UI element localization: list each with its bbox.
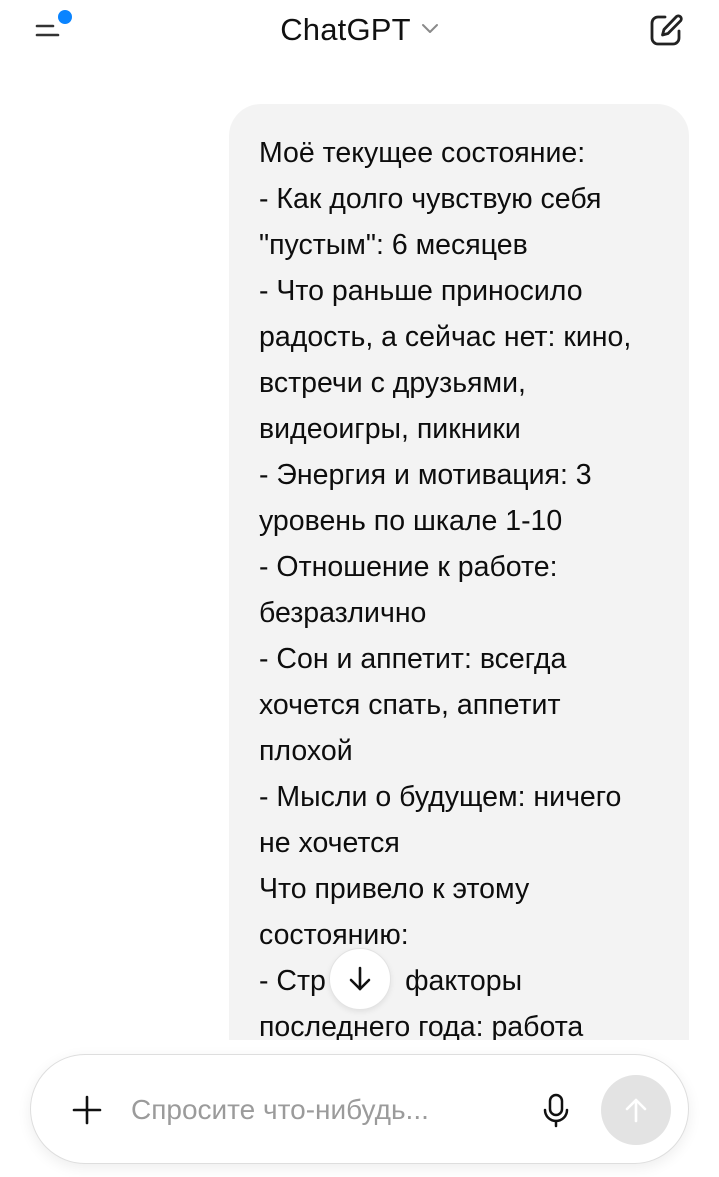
message-line: - Отношение к работе: — [259, 551, 558, 583]
arrow-up-icon — [625, 1098, 647, 1123]
user-message-bubble: Моё текущее состояние: - Как долго чувст… — [229, 104, 689, 1177]
chat-app: ChatGPT Моё текущее состояние: - Как дол… — [0, 0, 719, 1177]
top-bar: ChatGPT — [0, 0, 719, 64]
message-line: - Стр факторы — [259, 965, 523, 997]
model-selector[interactable]: ChatGPT — [0, 8, 719, 52]
attach-button[interactable] — [65, 1088, 109, 1132]
chevron-down-icon — [421, 22, 439, 40]
message-line: "пустым": 6 месяцев — [259, 229, 528, 261]
message-line: радость, а сейчас нет: кино, — [259, 321, 632, 353]
arrow-down-icon — [349, 966, 371, 991]
message-line: - Энергия и мотивация: 3 — [259, 459, 592, 491]
message-line: состоянию: — [259, 919, 409, 951]
app-title: ChatGPT — [280, 12, 411, 47]
new-chat-button[interactable] — [644, 8, 688, 52]
message-line: - Что раньше приносило — [259, 275, 583, 307]
microphone-icon — [543, 1093, 569, 1128]
message-line: - Мысли о будущем: ничего — [259, 781, 622, 813]
voice-input-button[interactable] — [534, 1088, 578, 1132]
message-line: Моё текущее состояние: — [259, 137, 586, 169]
message-line: видеоигры, пикники — [259, 413, 521, 445]
message-line: не хочется — [259, 827, 400, 859]
send-button[interactable] — [601, 1075, 671, 1145]
message-line: - Сон и аппетит: всегда — [259, 643, 567, 675]
message-line: встречи с друзьями, — [259, 367, 526, 399]
message-line: - Как долго чувствую себя — [259, 183, 602, 215]
message-line: хочется спать, аппетит — [259, 689, 561, 721]
new-chat-edit-icon — [650, 14, 683, 46]
message-line: Что привело к этому — [259, 873, 530, 905]
message-composer — [30, 1054, 689, 1164]
message-line: плохой — [259, 735, 353, 767]
prompt-input[interactable] — [131, 1085, 531, 1135]
plus-icon — [72, 1095, 102, 1125]
message-line: уровень по шкале 1-10 — [259, 505, 563, 537]
conversation-area[interactable]: Моё текущее состояние: - Как долго чувст… — [0, 64, 719, 1177]
scroll-to-bottom-button[interactable] — [329, 948, 391, 1010]
message-line: безразлично — [259, 597, 427, 629]
